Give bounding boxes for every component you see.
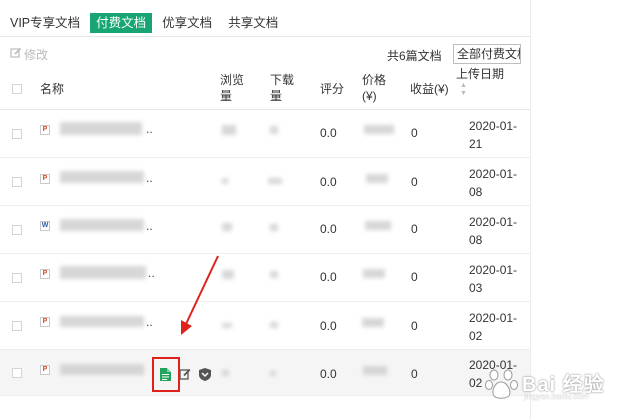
row-checkbox[interactable] bbox=[12, 321, 22, 331]
downloads-value bbox=[270, 322, 278, 328]
price-value bbox=[363, 269, 385, 278]
ppt-file-icon: P bbox=[40, 269, 50, 279]
views-value bbox=[222, 270, 234, 279]
table-row: P .. 0.0 0 2020-01-21 bbox=[0, 110, 530, 158]
rating-value: 0.0 bbox=[320, 367, 337, 381]
table-row: W .. 0.0 0 2020-01-08 bbox=[0, 206, 530, 254]
ppt-file-icon: P bbox=[40, 365, 50, 375]
row-checkbox[interactable] bbox=[12, 273, 22, 283]
shield-icon[interactable] bbox=[198, 367, 212, 381]
table-row: P .. 0.0 0 2020-01-08 bbox=[0, 158, 530, 206]
row-checkbox[interactable] bbox=[12, 225, 22, 235]
rating-value: 0.0 bbox=[320, 175, 337, 189]
title-ellipsis: .. bbox=[146, 315, 153, 329]
table-row: P .. 0.0 0 2020-01-03 bbox=[0, 254, 530, 302]
rating-value: 0.0 bbox=[320, 319, 337, 333]
word-file-icon: W bbox=[40, 221, 50, 231]
table-header: 名称 浏览量 下载量 评分 价格(¥) 收益(¥) 上传日期 ▲ ▼ bbox=[0, 66, 530, 110]
row-checkbox[interactable] bbox=[12, 177, 22, 187]
income-value: 0 bbox=[411, 270, 418, 284]
document-view-icon[interactable] bbox=[158, 367, 172, 381]
header-downloads: 下载量 bbox=[270, 73, 295, 103]
header-rating: 评分 bbox=[320, 82, 345, 96]
header-name: 名称 bbox=[40, 82, 65, 96]
views-value bbox=[222, 178, 228, 184]
table-row: P 0.0 0 2020-01-02 bbox=[0, 350, 530, 396]
document-title[interactable] bbox=[60, 219, 144, 231]
income-value: 0 bbox=[411, 319, 418, 333]
header-upload-date-label: 上传日期 bbox=[456, 67, 505, 81]
title-ellipsis: .. bbox=[146, 171, 153, 185]
row-actions bbox=[158, 367, 218, 381]
tab-premium-docs[interactable]: 优享文档 bbox=[156, 13, 218, 33]
downloads-value bbox=[270, 224, 278, 231]
title-ellipsis: .. bbox=[146, 122, 153, 136]
document-title[interactable] bbox=[60, 316, 144, 327]
watermark-text: Bai 经验 bbox=[522, 374, 605, 396]
doc-type-tabs: VIP专享文档 付费文档 优享文档 共享文档 bbox=[0, 12, 288, 34]
ppt-file-icon: P bbox=[40, 174, 50, 184]
select-all-checkbox[interactable] bbox=[12, 84, 22, 94]
views-value bbox=[222, 223, 232, 231]
price-value bbox=[364, 125, 394, 134]
upload-date: 2020-01-21 bbox=[469, 119, 518, 151]
doc-filter-select[interactable]: 全部付费文档 bbox=[453, 44, 521, 64]
edit-icon[interactable] bbox=[178, 367, 192, 381]
downloads-value bbox=[268, 178, 282, 184]
header-upload-date[interactable]: 上传日期 ▲ ▼ bbox=[456, 66, 518, 98]
edit-button[interactable]: 修改 bbox=[10, 46, 48, 63]
views-value bbox=[222, 370, 229, 376]
rating-value: 0.0 bbox=[320, 270, 337, 284]
price-value bbox=[362, 318, 384, 327]
income-value: 0 bbox=[411, 126, 418, 140]
ppt-file-icon: P bbox=[40, 317, 50, 327]
upload-date: 2020-01-08 bbox=[469, 215, 518, 247]
row-checkbox[interactable] bbox=[12, 368, 22, 378]
downloads-value bbox=[270, 271, 278, 278]
document-title[interactable] bbox=[60, 122, 142, 135]
document-title[interactable] bbox=[60, 171, 144, 183]
price-value bbox=[363, 366, 387, 375]
row-checkbox[interactable] bbox=[12, 129, 22, 139]
tabs-divider bbox=[0, 36, 530, 37]
title-ellipsis: .. bbox=[146, 219, 153, 233]
title-ellipsis: .. bbox=[148, 266, 155, 280]
price-value bbox=[365, 221, 391, 230]
header-income: 收益(¥) bbox=[410, 82, 449, 96]
upload-date: 2020-01-03 bbox=[469, 263, 518, 295]
document-count: 共6篇文档 bbox=[387, 49, 442, 63]
rating-value: 0.0 bbox=[320, 222, 337, 236]
edit-label: 修改 bbox=[24, 48, 49, 62]
tab-vip-docs[interactable]: VIP专享文档 bbox=[0, 13, 86, 33]
header-price: 价格(¥) bbox=[362, 73, 387, 103]
views-value bbox=[222, 323, 232, 328]
watermark-url: jingyan.baidu.com bbox=[524, 392, 589, 401]
income-value: 0 bbox=[411, 222, 418, 236]
header-views: 浏览量 bbox=[220, 73, 245, 103]
toolbar: 修改 共6篇文档 全部付费文档 bbox=[0, 42, 530, 66]
downloads-value bbox=[270, 126, 278, 134]
downloads-value bbox=[270, 371, 276, 376]
document-title[interactable] bbox=[60, 364, 144, 375]
upload-date: 2020-01-02 bbox=[469, 311, 518, 343]
upload-date: 2020-01-08 bbox=[469, 167, 518, 199]
ppt-file-icon: P bbox=[40, 125, 50, 135]
price-value bbox=[366, 174, 388, 183]
tab-shared-docs[interactable]: 共享文档 bbox=[222, 13, 284, 33]
rating-value: 0.0 bbox=[320, 126, 337, 140]
document-management-panel: VIP专享文档 付费文档 优享文档 共享文档 修改 共6篇文档 全部付费文档 名… bbox=[0, 0, 530, 419]
panel-border bbox=[530, 0, 531, 419]
income-value: 0 bbox=[411, 175, 418, 189]
views-value bbox=[222, 125, 236, 135]
edit-icon bbox=[10, 47, 22, 62]
table-row: P .. 0.0 0 2020-01-02 bbox=[0, 302, 530, 350]
tab-paid-docs[interactable]: 付费文档 bbox=[90, 13, 153, 33]
document-title[interactable] bbox=[60, 266, 146, 279]
sort-icon[interactable]: ▲ ▼ bbox=[460, 82, 518, 98]
income-value: 0 bbox=[411, 367, 418, 381]
upload-date: 2020-01-02 bbox=[469, 358, 518, 390]
